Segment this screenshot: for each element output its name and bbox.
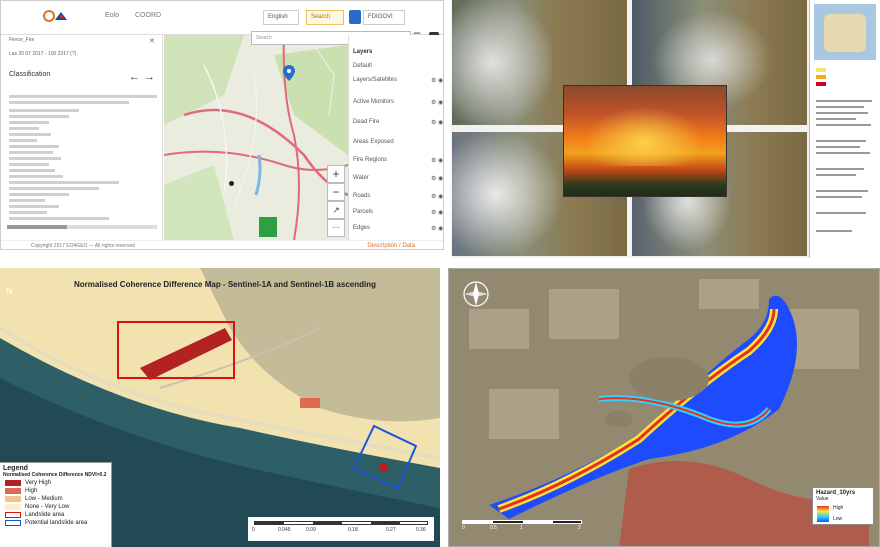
layer-item-regions[interactable]: Fire Regions xyxy=(353,157,387,167)
layer-item-default[interactable]: Default xyxy=(353,63,372,73)
layer-controls-icon[interactable]: ⚙ ◉ xyxy=(431,193,443,200)
fullscreen-icon[interactable]: ⋯ xyxy=(327,219,345,237)
brand-logo-icon[interactable] xyxy=(39,9,69,23)
legend-subtitle: Normalised Coherence Difference NDVI>0.2 xyxy=(3,472,107,478)
scale-tick: 0 xyxy=(252,527,255,533)
scale-tick: 0.36 xyxy=(416,527,426,533)
location-marker-icon[interactable] xyxy=(259,217,277,237)
feature-point-icon[interactable] xyxy=(229,181,234,186)
street-map-graphic xyxy=(163,34,349,241)
north-arrow-icon: N xyxy=(6,286,13,296)
legend-swatch xyxy=(5,488,21,494)
scale-bar: 0 0.045 0.09 0.18 0.27 0.36 xyxy=(248,517,434,541)
geoportal-panel: Eolo COORD English Search FDIGOVI Fierce… xyxy=(0,0,444,250)
details-pane: Fierce_Fire ✕ Las 20 07 2017 - 100 2317 … xyxy=(1,35,163,240)
layer-item-parcels[interactable]: Parcels xyxy=(353,209,373,219)
legend-swatch xyxy=(5,504,21,510)
zoom-in-button[interactable]: + xyxy=(327,165,345,183)
scale-tick: 0.27 xyxy=(386,527,396,533)
scale-tick: 2 xyxy=(578,525,581,531)
layer-item-edges[interactable]: Edges xyxy=(353,225,370,235)
nav-menu-b[interactable]: COORD xyxy=(135,12,161,19)
topbar-search-button[interactable]: Search xyxy=(306,10,344,25)
layer-item-monitors[interactable]: Active Monitors xyxy=(353,99,394,109)
measure-tool-icon[interactable]: ↗ xyxy=(327,201,345,219)
legend-gradient xyxy=(817,506,829,522)
satellite-legend xyxy=(809,0,880,258)
footer-copyright: Copyright 2017 EO4GEO — All rights reser… xyxy=(31,243,135,249)
legend-subtitle: Value xyxy=(816,496,829,502)
legend-item: Potential landslide area xyxy=(3,519,108,527)
top-bar: Eolo COORD English Search FDIGOVI xyxy=(1,1,443,35)
footer-link[interactable]: Description / Data xyxy=(367,243,415,249)
street-map[interactable] xyxy=(163,34,349,241)
footer: Copyright 2017 EO4GEO — All rights reser… xyxy=(1,240,443,249)
legend-swatch xyxy=(5,512,21,518)
layer-item-water[interactable]: Water xyxy=(353,175,369,185)
section-title: Classification xyxy=(9,71,51,78)
legend-item: Low - Medium xyxy=(3,495,108,503)
nav-menu-a[interactable]: Eolo xyxy=(105,12,119,19)
map-legend: Legend Normalised Coherence Difference N… xyxy=(0,462,112,547)
legend-item: Very High xyxy=(3,479,108,487)
legend-item: High xyxy=(3,487,108,495)
hazard-legend: Hazard_10yrs Value High Low xyxy=(812,487,874,525)
prev-arrow-icon[interactable]: ← xyxy=(129,71,140,83)
layer-item-roads[interactable]: Roads xyxy=(353,193,370,203)
zoom-out-button[interactable]: − xyxy=(327,183,345,201)
legend-high: High xyxy=(833,505,844,511)
scale-bar: 0 0.5 1 2 xyxy=(462,520,592,534)
legend-swatch xyxy=(5,496,21,502)
language-select[interactable]: English xyxy=(263,10,299,25)
scale-tick: 0.5 xyxy=(490,525,497,531)
layer-controls-icon[interactable]: ⚙ ◉ xyxy=(431,175,443,182)
legend-swatch xyxy=(5,480,21,486)
map-pin-icon[interactable] xyxy=(283,65,295,81)
layers-pane: Layers Default Layers/Satellites ⚙ ◉ Act… xyxy=(348,35,443,240)
layer-controls-icon[interactable]: ⚙ ◉ xyxy=(431,77,443,84)
layer-controls-icon[interactable]: ⚙ ◉ xyxy=(431,157,443,164)
details-date: Las 20 07 2017 - 100 2317 (?) xyxy=(9,51,77,57)
horizontal-scrollbar[interactable] xyxy=(7,225,157,229)
layer-controls-icon[interactable]: ⚙ ◉ xyxy=(431,225,443,232)
user-menu[interactable]: FDIGOVI xyxy=(363,10,405,25)
wildfire-photo xyxy=(563,85,727,197)
legend-low: Low xyxy=(833,516,843,522)
map-title: Normalised Coherence Difference Map - Se… xyxy=(74,280,376,289)
user-icon[interactable] xyxy=(349,10,361,24)
layers-title: Layers xyxy=(353,49,373,55)
legend-title: Legend xyxy=(3,465,28,472)
compass-icon xyxy=(463,281,489,307)
legend-swatch xyxy=(5,520,21,526)
overview-map xyxy=(814,4,876,60)
next-arrow-icon[interactable]: → xyxy=(144,71,155,83)
close-icon[interactable]: ✕ xyxy=(149,37,155,45)
layer-item-satellites[interactable]: Layers/Satellites xyxy=(353,77,397,87)
layer-controls-icon[interactable]: ⚙ ◉ xyxy=(431,99,443,106)
layer-controls-icon[interactable]: ⚙ ◉ xyxy=(431,119,443,126)
layer-controls-icon[interactable]: ⚙ ◉ xyxy=(431,209,443,216)
details-header: Fierce_Fire xyxy=(9,37,35,43)
layer-item-deadfire[interactable]: Dead Fire xyxy=(353,119,379,129)
legend-item: None - Very Low xyxy=(3,503,108,511)
scale-tick: 1 xyxy=(520,525,523,531)
layer-item-areas[interactable]: Areas Exposed xyxy=(353,139,394,149)
legend-item: Landslide area xyxy=(3,511,108,519)
scale-tick: 0.18 xyxy=(348,527,358,533)
scale-tick: 0 xyxy=(462,525,465,531)
scale-tick: 0.09 xyxy=(306,527,316,533)
scale-tick: 0.045 xyxy=(278,527,291,533)
